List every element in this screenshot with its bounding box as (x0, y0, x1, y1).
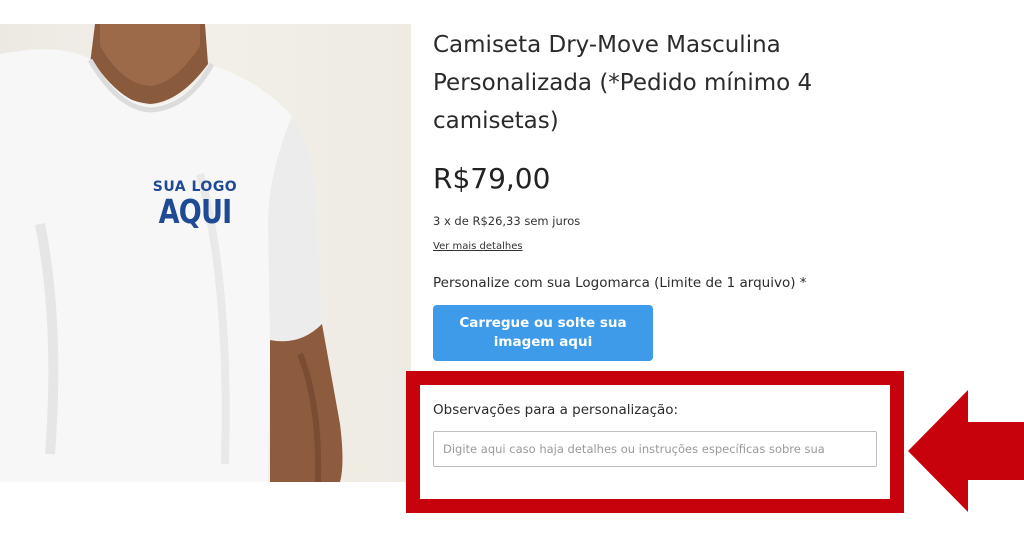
logo-upload-label: Personalize com sua Logomarca (Limite de… (433, 275, 807, 291)
product-price: R$79,00 (433, 162, 551, 195)
product-image: SUA LOGO AQUI (0, 24, 411, 482)
more-details-link[interactable]: Ver mais detalhes (433, 241, 523, 252)
upload-logo-button[interactable]: Carregue ou solte sua imagem aqui (433, 305, 653, 361)
notes-input[interactable] (433, 431, 877, 467)
installments-text: 3 x de R$26,33 sem juros (433, 214, 581, 228)
logo-print-line2: AQUI (158, 192, 233, 231)
logo-placeholder-print: SUA LOGO AQUI (150, 179, 240, 229)
notes-label: Observações para a personalização: (433, 402, 679, 418)
left-arrow-icon (908, 390, 1024, 512)
product-title: Camiseta Dry-Move Masculina Personalizad… (433, 32, 813, 134)
product-info: Camiseta Dry-Move Masculina Personalizad… (433, 26, 993, 361)
tshirt-illustration (0, 24, 343, 482)
